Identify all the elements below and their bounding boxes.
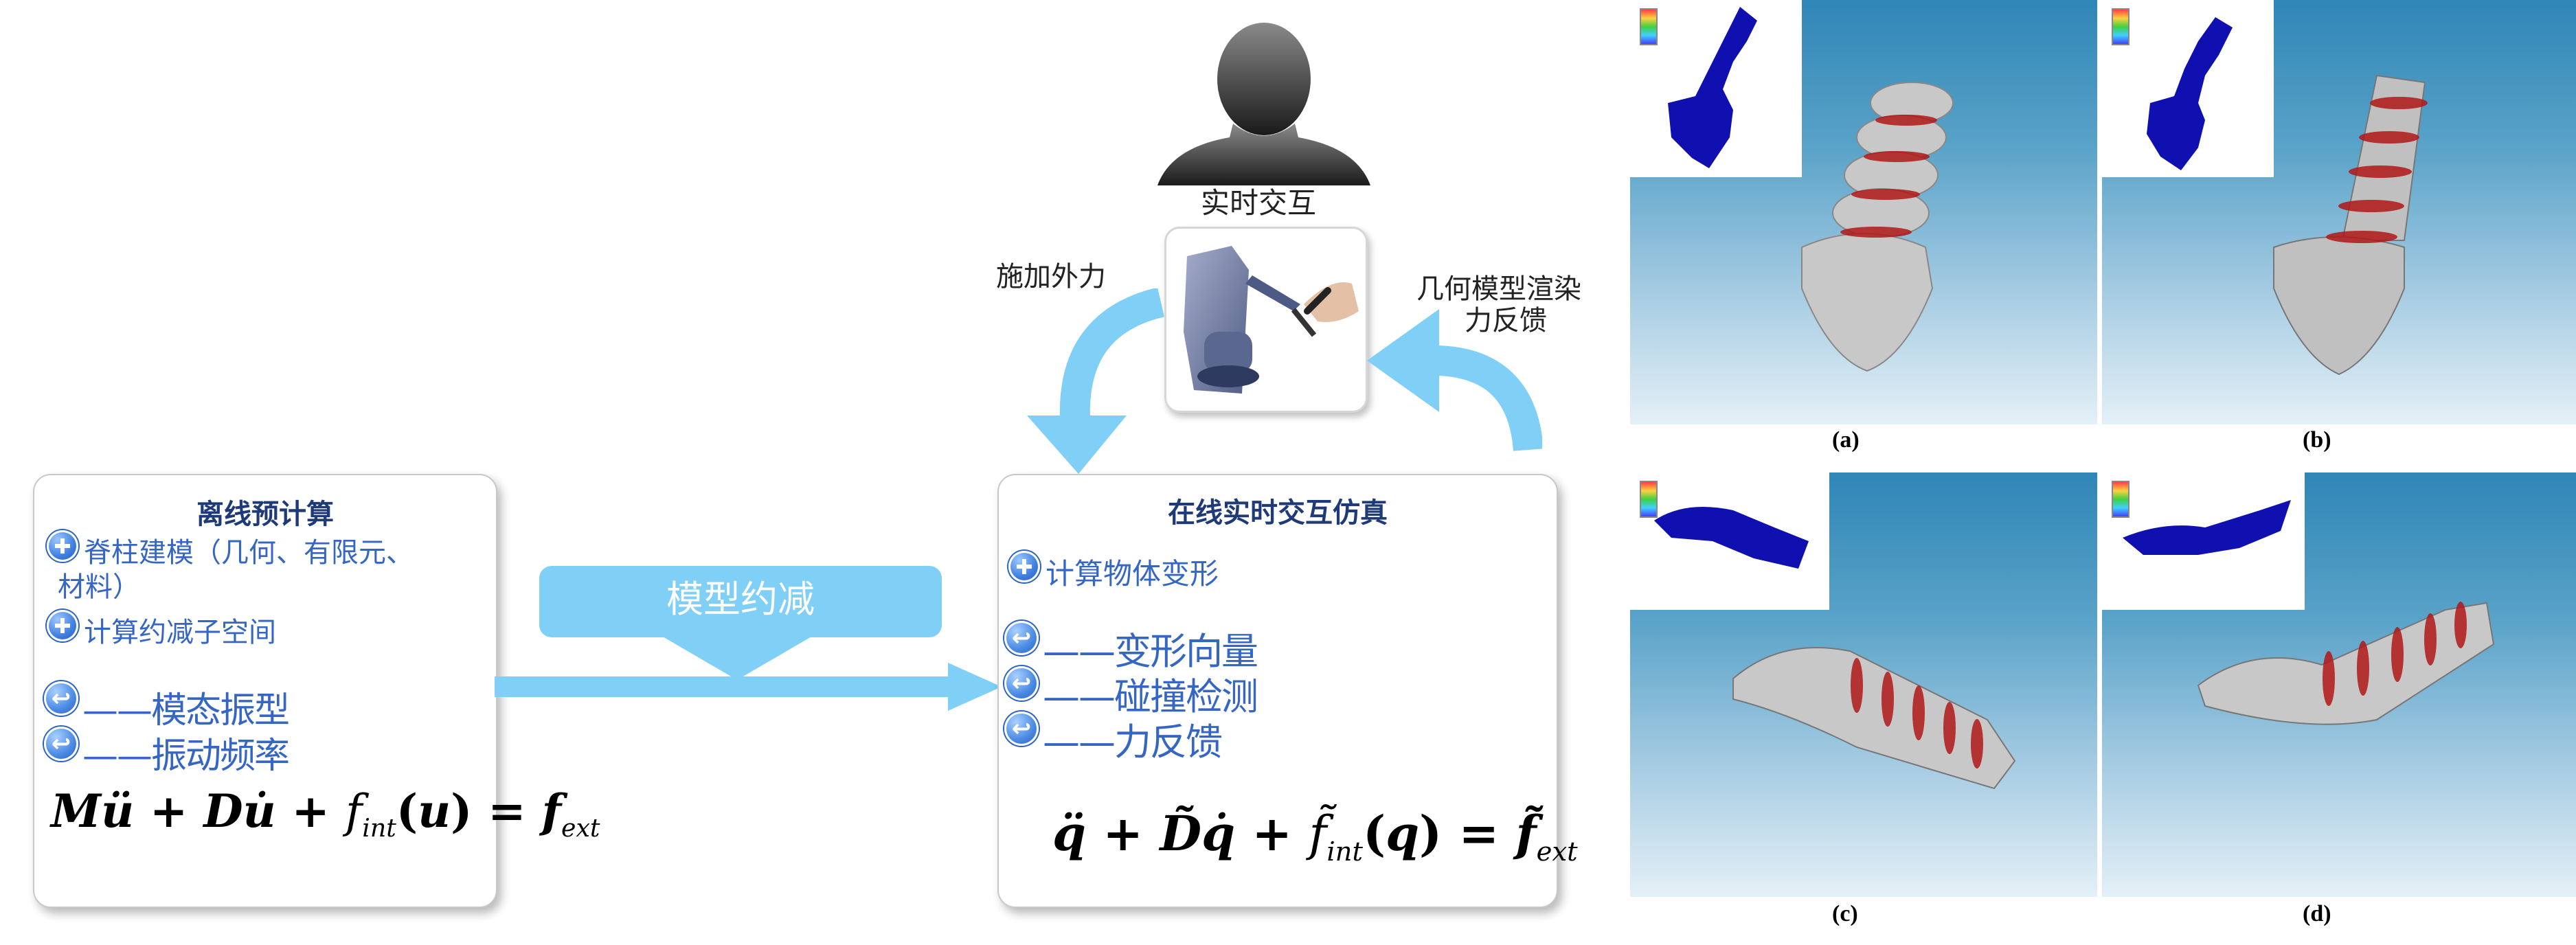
online-output-force: ↩ ——力反馈 [1004, 711, 1223, 766]
spine-model-a [1801, 82, 1954, 372]
offline-output-text: ——振动频率 [82, 736, 290, 777]
apply-force-arrow [1027, 288, 1165, 474]
offline-output-modes: ↩ ——模态振型 [44, 681, 290, 733]
return-arrow-icon: ↩ [1004, 711, 1039, 746]
offline-item-text: 计算约减子空间 [84, 617, 276, 648]
model-reduction-label: 模型约减 [666, 578, 815, 621]
return-arrow-icon: ↩ [1004, 666, 1039, 701]
return-arrow-icon: ↩ [44, 681, 78, 716]
spine-model-c [1732, 647, 2016, 790]
offline-item-modeling-cont: 材料） [58, 565, 140, 604]
plus-bullet-icon [47, 610, 78, 641]
online-item-text: 计算物体变形 [1046, 557, 1219, 591]
offline-output-frequency: ↩ ——振动频率 [44, 727, 290, 778]
render-panel-b [2102, 0, 2576, 424]
online-equation: q̈ + D̃q̇ + f̃int(q) = f̃ext [1052, 805, 1578, 867]
user-label: 实时交互 [1201, 186, 1317, 220]
online-output-text: ——力反馈 [1043, 720, 1223, 764]
render-panel-c [1630, 473, 2097, 897]
offline-title: 离线预计算 [196, 499, 334, 530]
offline-item-text: 材料） [58, 571, 140, 603]
offline-precompute-box: 离线预计算 脊柱建模（几何、有限元、 材料） 计算约减子空间 ↩ ——模态振型 … [33, 474, 600, 908]
apply-force-label: 施加外力 [996, 261, 1106, 293]
panel-label-c: (c) [1832, 901, 1858, 926]
spine-model-b [2273, 74, 2428, 376]
online-item-deformation: 计算物体变形 [1008, 551, 1219, 593]
return-arrow-icon: ↩ [44, 727, 78, 761]
render-panel-a [1630, 0, 2097, 424]
user-silhouette-icon [1157, 23, 1370, 185]
panel-label-d: (d) [2303, 901, 2331, 926]
haptic-device-image [1164, 227, 1368, 413]
panel-label-b: (b) [2303, 427, 2331, 453]
plus-bullet-icon [1008, 551, 1040, 582]
offline-output-text: ——模态振型 [82, 690, 290, 731]
render-label-line2: 力反馈 [1465, 305, 1547, 337]
offline-equation: Mü + Du̇ + fint(u) = fext [51, 784, 600, 843]
online-simulation-box: 在线实时交互仿真 计算物体变形 ↩ ——变形向量 ↩ ——碰撞检测 ↩ ——力反… [997, 474, 1578, 908]
plus-bullet-icon [47, 530, 78, 562]
online-title: 在线实时交互仿真 [1168, 497, 1388, 529]
render-panel-d [2102, 473, 2576, 897]
panel-label-a: (a) [1832, 427, 1860, 453]
offline-item-subspace: 计算约减子空间 [47, 610, 276, 650]
return-arrow-icon: ↩ [1004, 621, 1039, 655]
spine-model-d [2197, 602, 2495, 725]
